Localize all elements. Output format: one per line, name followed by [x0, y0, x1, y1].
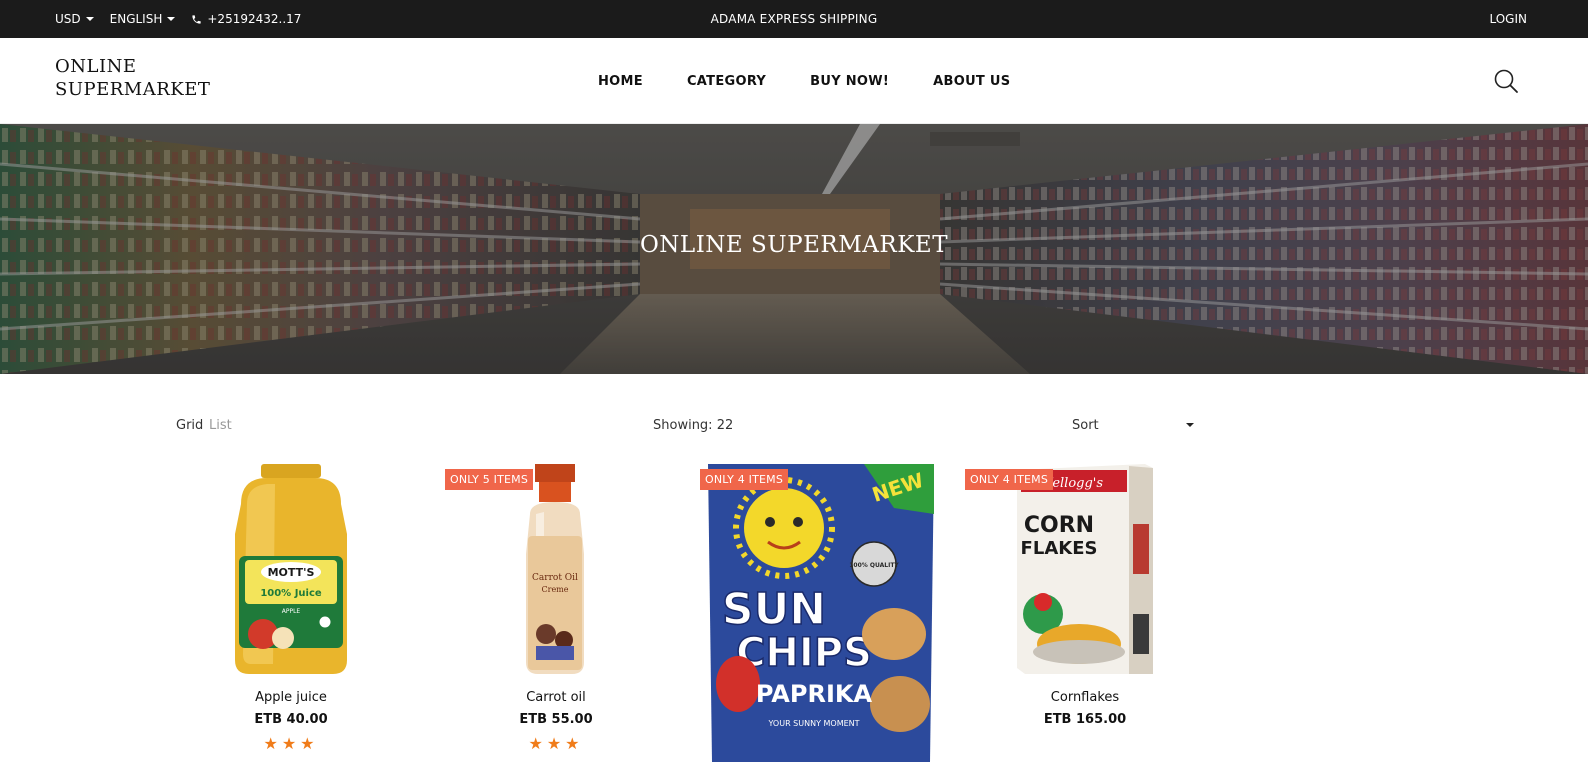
currency-dropdown[interactable]: USD	[55, 12, 94, 26]
logo-line-2: SUPERMARKET	[55, 79, 211, 100]
currency-label: USD	[55, 12, 81, 26]
nav-buy-now[interactable]: BUY NOW!	[810, 74, 889, 89]
top-bar-left: USD ENGLISH +25192432..17	[55, 0, 301, 38]
phone-link[interactable]: +25192432..17	[191, 12, 301, 26]
slogan-text: YOUR SUNNY MOMENT	[767, 719, 859, 728]
hero-banner: ONLINE SUPERMARKET	[0, 124, 1588, 374]
stock-badge: ONLY 4 ITEMS	[700, 469, 789, 490]
brand-text: MOTT'S	[268, 566, 315, 579]
caret-down-icon	[1186, 423, 1194, 427]
site-logo[interactable]: ONLINE SUPERMARKET	[55, 55, 235, 101]
stock-badge: ONLY 5 ITEMS	[445, 469, 534, 490]
product-image[interactable]: Kellogg's CORN FLAKES	[969, 464, 1201, 674]
sort-select[interactable]: Sort	[1072, 412, 1194, 438]
caret-down-icon	[167, 17, 176, 21]
label-text: CORN	[1024, 513, 1094, 538]
product-name[interactable]: Carrot oil	[440, 690, 672, 705]
phone-icon	[192, 14, 201, 24]
product-price: ETB 165.00	[1043, 712, 1127, 727]
product-toolbar: Grid List Showing: 22 Sort	[0, 410, 1588, 442]
label-text: Carrot Oil	[532, 573, 578, 583]
product-name[interactable]: Apple juice	[175, 690, 407, 705]
sub-text: APPLE	[282, 608, 301, 615]
caret-down-icon	[85, 17, 94, 21]
product-image[interactable]: MOTT'S 100% Juice APPLE	[175, 464, 407, 674]
phone-number: +25192432..17	[207, 12, 302, 26]
nav-category[interactable]: CATEGORY	[687, 74, 766, 89]
login-link[interactable]: LOGIN	[1489, 0, 1527, 38]
sub-text: PAPRIKA	[756, 680, 873, 708]
product-rating-stars: ★★★	[263, 734, 319, 753]
main-nav: HOME CATEGORY BUY NOW! ABOUT US	[598, 38, 1054, 124]
nav-about-us[interactable]: ABOUT US	[933, 74, 1010, 89]
label-text: 100% Juice	[260, 588, 322, 599]
stock-badge: ONLY 4 ITEMS	[965, 469, 1054, 490]
search-icon[interactable]	[1493, 68, 1519, 94]
logo-line-1: ONLINE	[55, 56, 137, 77]
quality-seal-text: 100% QUALITY	[849, 562, 899, 569]
hero-title: ONLINE SUPERMARKET	[639, 232, 949, 258]
site-header: ONLINE SUPERMARKET HOME CATEGORY BUY NOW…	[0, 38, 1588, 124]
product-price: ETB 55.00	[519, 712, 593, 727]
sub-text: Creme	[542, 585, 569, 594]
sort-label: Sort	[1072, 417, 1099, 433]
product-image[interactable]: Carrot Oil Creme	[440, 464, 672, 674]
nav-home[interactable]: HOME	[598, 74, 643, 89]
list-view-toggle[interactable]: List	[209, 418, 232, 433]
sub-text: FLAKES	[1021, 538, 1098, 559]
product-image[interactable]: NEW 100% QUALITY SUN CHIPS PAPRIKA YOUR …	[704, 464, 936, 762]
product-rating-stars: ★★★	[528, 734, 584, 753]
top-bar: USD ENGLISH +25192432..17 ADAMA EXPRESS …	[0, 0, 1588, 38]
results-count: Showing: 22	[653, 418, 734, 433]
grid-view-toggle[interactable]: Grid	[176, 418, 203, 433]
language-dropdown[interactable]: ENGLISH	[110, 12, 176, 26]
brand-text: SUN	[722, 584, 826, 635]
product-name[interactable]: Cornflakes	[969, 690, 1201, 705]
language-label: ENGLISH	[109, 12, 163, 26]
product-price: ETB 40.00	[254, 712, 328, 727]
